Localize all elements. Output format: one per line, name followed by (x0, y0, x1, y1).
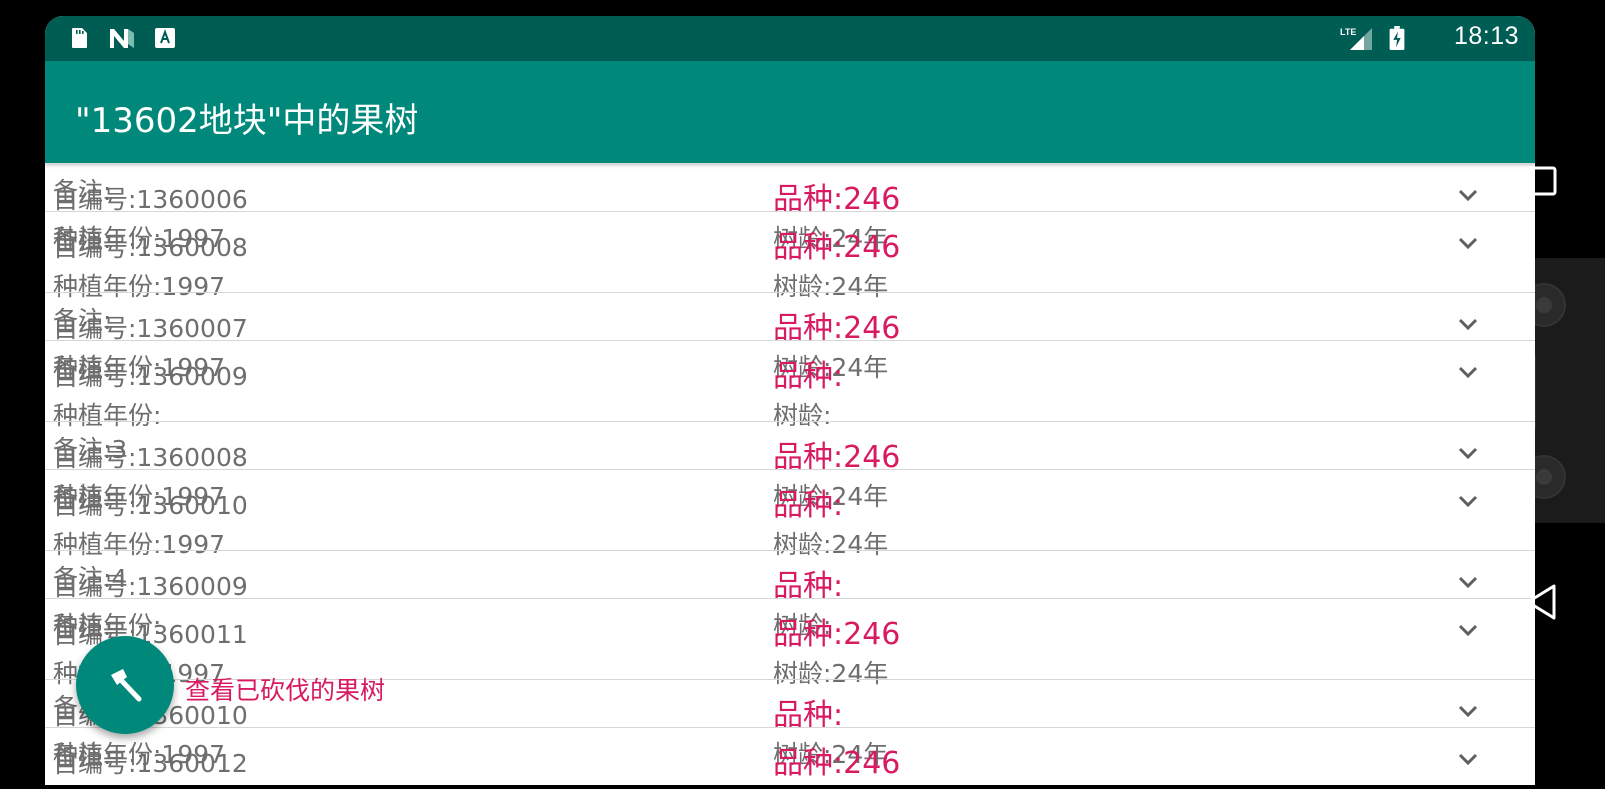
app-bar: "13602地块"中的果树 (45, 61, 1535, 163)
row-variety: 品种:246 (773, 746, 901, 781)
list-item[interactable]: 备注: 自编号:1360008 种植年份:1997 品种:246 树龄:24年 (45, 211, 1535, 301)
row-planting-year: 种植年份:1997 (53, 783, 225, 785)
list-item[interactable]: 备注:自编号:1360010种植年份:1997品种:树龄:24年 (45, 469, 1535, 559)
back-triangle-icon[interactable] (1524, 583, 1558, 621)
n-notification-icon (110, 29, 134, 48)
row-code: 自编号:1360012 (53, 749, 248, 778)
svg-text:LTE: LTE (1340, 27, 1356, 37)
chevron-down-icon[interactable] (1453, 567, 1483, 597)
row-code: 自编号:1360010 (53, 491, 248, 520)
phone-screen: LTE 18:13 "13602地块"中的果树 备注: 自编号:1360006 种植… (45, 16, 1535, 785)
fab-label[interactable]: 查看已砍伐的果树 (185, 671, 385, 707)
recents-square-icon[interactable] (1526, 165, 1558, 197)
chevron-down-icon[interactable] (1453, 357, 1483, 387)
chevron-down-icon[interactable] (1453, 180, 1483, 210)
list-item[interactable]: 备注:自编号:1360011种植年份:1997品种:246树龄:24年 (45, 598, 1535, 688)
sd-card-icon (72, 28, 87, 48)
row-code: 自编号:1360009 (53, 362, 248, 391)
row-variety: 品种: (773, 488, 844, 523)
chevron-down-icon[interactable] (1453, 309, 1483, 339)
chevron-down-icon[interactable] (1453, 438, 1483, 468)
chevron-down-icon[interactable] (1453, 696, 1483, 726)
status-bar: LTE 18:13 (45, 16, 1535, 61)
view-felled-trees-fab[interactable] (76, 636, 174, 734)
navigation-bar (1502, 0, 1605, 789)
battery-charging-icon (1389, 26, 1405, 50)
row-variety: 品种: (773, 359, 844, 394)
list-item[interactable]: 备注: 自编号:1360009 种植年份: 品种: 树龄: (45, 340, 1535, 430)
row-variety: 品种:246 (773, 617, 901, 652)
row-tree-age: 树龄:24年 (773, 783, 888, 785)
lte-signal-icon: LTE (1340, 27, 1372, 50)
row-variety: 品种:246 (773, 230, 901, 265)
row-code: 自编号:1360008 (53, 233, 248, 262)
chevron-down-icon[interactable] (1453, 744, 1483, 774)
chevron-down-icon[interactable] (1453, 486, 1483, 516)
a-notification-icon (155, 28, 175, 48)
chevron-down-icon[interactable] (1453, 615, 1483, 645)
axe-icon (111, 669, 142, 702)
list-item[interactable]: 备注:自编号:1360012种植年份:1997品种:246树龄:24年 (45, 727, 1535, 785)
chevron-down-icon[interactable] (1453, 228, 1483, 258)
page-title: "13602地块"中的果树 (75, 101, 419, 141)
